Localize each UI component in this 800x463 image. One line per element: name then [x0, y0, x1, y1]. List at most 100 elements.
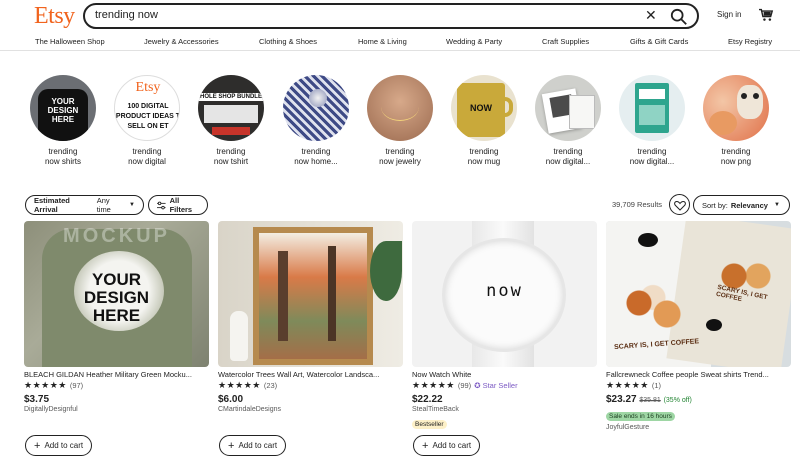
- image-text: now: [486, 281, 523, 301]
- review-count: (99): [457, 381, 472, 390]
- circle-label: trending: [637, 147, 667, 156]
- shop-name[interactable]: JoyfulGesture: [606, 424, 791, 431]
- image-text: 100 DIGITAL: [127, 103, 169, 110]
- product-card[interactable]: Watercolor Trees Wall Art, Watercolor La…: [218, 221, 403, 413]
- category-image: Etsy 100 DIGITAL PRODUCT IDEAS T SELL ON…: [114, 75, 180, 141]
- product-title[interactable]: Watercolor Trees Wall Art, Watercolor La…: [218, 370, 403, 379]
- arrival-label: Estimated Arrival: [34, 196, 70, 214]
- circle-label: trending: [721, 147, 751, 156]
- review-count: (23): [263, 381, 278, 390]
- heart-icon: [674, 200, 686, 211]
- circle-label: now home...: [294, 157, 338, 166]
- all-filters-button[interactable]: All Filters: [148, 195, 208, 215]
- close-icon[interactable]: ✕: [645, 7, 657, 24]
- add-to-cart-button[interactable]: + Add to cart: [413, 435, 481, 456]
- product-image[interactable]: [218, 221, 403, 367]
- category-image: [367, 75, 433, 141]
- image-text: Etsy: [135, 80, 161, 95]
- original-price: $35.81: [639, 397, 661, 404]
- circle-category-mug[interactable]: NOW trending now mug: [449, 75, 519, 167]
- circle-label: now digital...: [629, 157, 675, 166]
- circle-label: trending: [48, 147, 78, 156]
- category-image: YOUR DESIGN HERE: [30, 75, 96, 141]
- shop-name[interactable]: CMartindaleDesigns: [218, 406, 403, 413]
- image-text: NOW: [470, 103, 492, 113]
- chevron-down-icon: ▼: [773, 202, 780, 208]
- arrival-value: Any time: [96, 196, 111, 214]
- nav-item-craft[interactable]: Craft Supplies: [542, 37, 589, 46]
- sort-dropdown[interactable]: Sort by: Relevancy ▼: [693, 195, 790, 215]
- image-watermark: MOCKUP: [63, 225, 170, 247]
- discount: (35% off): [663, 397, 692, 404]
- circle-label: now mug: [467, 157, 501, 166]
- nav-item-gifts[interactable]: Gifts & Gift Cards: [630, 37, 688, 46]
- circle-category-digital-3[interactable]: trending now digital...: [617, 75, 687, 167]
- circle-category-jewelry[interactable]: trending now jewelry: [365, 75, 435, 167]
- circle-label: trending: [385, 147, 415, 156]
- product-image[interactable]: MOCKUP YOUR DESIGN HERE: [24, 221, 209, 367]
- product-card[interactable]: SCARY IS, I GET COFFEE SCARY IS, I GET C…: [606, 221, 791, 431]
- image-text: SELL ON ET: [127, 123, 169, 130]
- product-title[interactable]: Now Watch White: [412, 370, 597, 379]
- review-count: (97): [69, 381, 84, 390]
- plus-icon: +: [422, 439, 429, 452]
- add-to-cart-button[interactable]: + Add to cart: [25, 435, 93, 456]
- star-seller-badge: ✪ Star Seller: [474, 381, 518, 390]
- search-bar[interactable]: trending now ✕: [83, 3, 699, 29]
- circle-label: trending: [132, 147, 162, 156]
- image-text: DESIGN: [83, 288, 150, 307]
- rating-stars: ★★★★★ (97): [24, 380, 84, 390]
- category-image: HOLE SHOP BUNDLE: [198, 75, 264, 141]
- rating-stars: ★★★★★ (23): [218, 380, 278, 390]
- filter-icon: [157, 201, 166, 209]
- product-image[interactable]: SCARY IS, I GET COFFEE SCARY IS, I GET C…: [606, 221, 791, 367]
- product-price: $23.27: [606, 394, 637, 405]
- image-text: DESIGN: [47, 106, 79, 115]
- all-filters-label: All Filters: [169, 196, 193, 214]
- circle-label: now tshirt: [213, 157, 249, 166]
- nav-item-halloween[interactable]: The Halloween Shop: [35, 37, 105, 46]
- image-text: HERE: [92, 306, 141, 325]
- circle-label: trending: [216, 147, 246, 156]
- circle-category-digital-2[interactable]: trending now digital...: [533, 75, 603, 167]
- image-text: YOUR: [91, 270, 142, 289]
- add-to-cart-label: Add to cart: [432, 441, 472, 450]
- chevron-down-icon: ▼: [129, 202, 135, 208]
- nav-item-jewelry[interactable]: Jewelry & Accessories: [144, 37, 219, 46]
- circle-category-home[interactable]: trending now home...: [281, 75, 351, 167]
- category-image: [703, 75, 769, 141]
- estimated-arrival-dropdown[interactable]: Estimated Arrival Any time ▼: [25, 195, 144, 215]
- circle-category-digital[interactable]: Etsy 100 DIGITAL PRODUCT IDEAS T SELL ON…: [112, 75, 182, 167]
- product-title[interactable]: BLEACH GILDAN Heather Military Green Moc…: [24, 370, 209, 379]
- circle-category-shirts[interactable]: YOUR DESIGN HERE trending now shirts: [28, 75, 98, 167]
- add-to-cart-label: Add to cart: [44, 441, 84, 450]
- circle-label: now digital...: [545, 157, 591, 166]
- product-image[interactable]: now: [412, 221, 597, 367]
- etsy-logo[interactable]: Etsy: [34, 3, 75, 30]
- search-input[interactable]: trending now: [95, 9, 158, 21]
- add-to-cart-button[interactable]: + Add to cart: [219, 435, 287, 456]
- shop-name[interactable]: StealTimeBack: [412, 406, 597, 413]
- product-title[interactable]: Fallcrewneck Coffee people Sweat shirts …: [606, 370, 791, 379]
- sign-in-link[interactable]: Sign in: [717, 10, 741, 19]
- nav-item-clothing[interactable]: Clothing & Shoes: [259, 37, 317, 46]
- star-seller-label: Star Seller: [482, 381, 518, 390]
- search-icon[interactable]: [670, 8, 688, 26]
- sort-label: Sort by:: [702, 200, 728, 210]
- review-count: (1): [651, 381, 662, 390]
- cart-icon[interactable]: [758, 8, 774, 22]
- nav-item-home[interactable]: Home & Living: [358, 37, 407, 46]
- nav-item-wedding[interactable]: Wedding & Party: [446, 37, 502, 46]
- circle-label: now digital: [128, 157, 166, 166]
- circle-label: trending: [301, 147, 331, 156]
- product-card[interactable]: MOCKUP YOUR DESIGN HERE BLEACH GILDAN He…: [24, 221, 209, 413]
- category-image: NOW: [451, 75, 517, 141]
- product-card[interactable]: now Now Watch White ★★★★★ (99) ✪ Star Sel…: [412, 221, 597, 431]
- circle-category-png[interactable]: trending now png: [701, 75, 771, 167]
- header: Etsy trending now ✕ Sign in: [0, 0, 800, 32]
- favorite-search-button[interactable]: [669, 194, 690, 215]
- nav-item-registry[interactable]: Etsy Registry: [728, 37, 772, 46]
- circle-category-tshirt[interactable]: HOLE SHOP BUNDLE trending now tshirt: [196, 75, 266, 167]
- shop-name[interactable]: DigitallyDesignful: [24, 406, 209, 413]
- category-image: [535, 75, 601, 141]
